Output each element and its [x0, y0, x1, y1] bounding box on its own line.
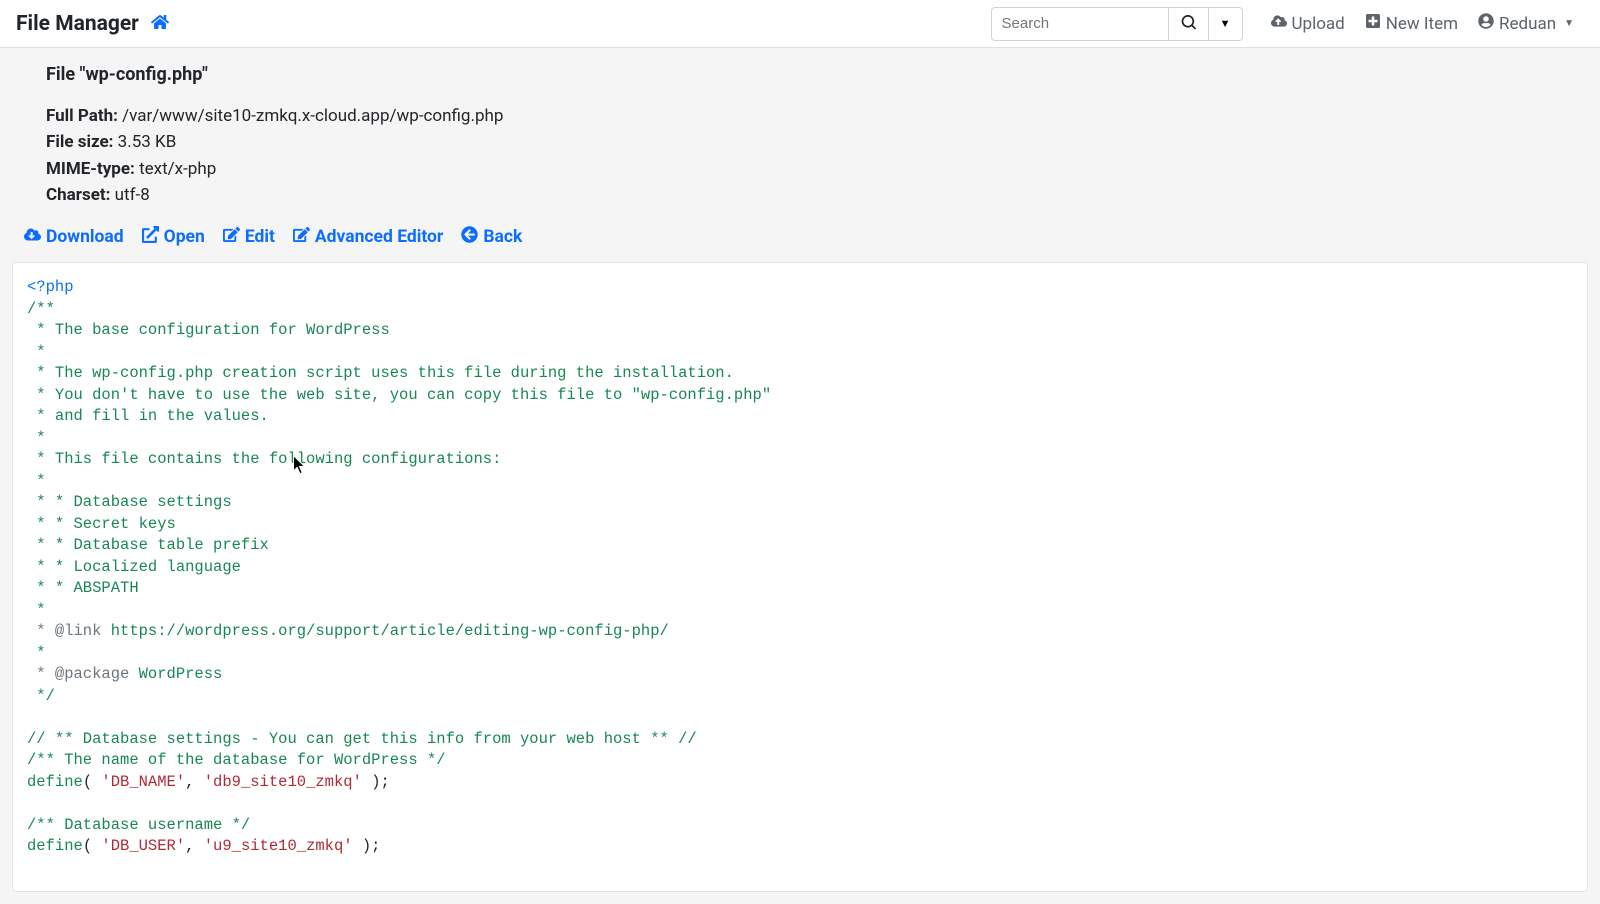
- edit-square-icon: [293, 226, 310, 248]
- code-viewer[interactable]: <?php /** * The base configuration for W…: [12, 262, 1588, 892]
- back-link[interactable]: Back: [461, 226, 522, 248]
- file-info: File "wp-config.php" Full Path: /var/www…: [12, 64, 1588, 208]
- search-group: ▼: [991, 7, 1243, 41]
- edit-icon: [223, 226, 240, 248]
- caret-down-icon: ▼: [1564, 18, 1574, 29]
- cloud-download-icon: [24, 226, 41, 248]
- back-label: Back: [483, 227, 522, 247]
- advanced-label: Advanced Editor: [315, 227, 443, 247]
- navbar: File Manager ▼ Upload New Item: [0, 0, 1600, 48]
- meta-full-path: Full Path: /var/www/site10-zmkq.x-cloud.…: [46, 103, 1554, 129]
- meta-charset: Charset: utf-8: [46, 182, 1554, 208]
- user-circle-icon: [1478, 13, 1494, 34]
- download-label: Download: [46, 227, 124, 247]
- edit-label: Edit: [245, 227, 275, 247]
- chevron-down-icon: ▼: [1220, 18, 1231, 30]
- search-input[interactable]: [991, 7, 1169, 41]
- meta-file-size: File size: 3.53 KB: [46, 129, 1554, 155]
- user-menu[interactable]: Reduan ▼: [1468, 7, 1584, 40]
- download-link[interactable]: Download: [24, 226, 124, 248]
- file-heading: File "wp-config.php": [46, 64, 1554, 85]
- plus-square-icon: [1365, 13, 1381, 34]
- meta-mime: MIME-type: text/x-php: [46, 156, 1554, 182]
- cloud-upload-icon: [1271, 13, 1287, 34]
- new-item-label: New Item: [1386, 14, 1458, 34]
- app-title: File Manager: [16, 12, 139, 36]
- open-link[interactable]: Open: [142, 226, 205, 248]
- action-bar: Download Open Edit Advanced Editor Back: [12, 226, 1588, 248]
- home-icon[interactable]: [151, 13, 169, 34]
- open-label: Open: [164, 227, 205, 247]
- back-circle-icon: [461, 226, 478, 248]
- search-icon: [1181, 15, 1196, 33]
- search-button[interactable]: [1169, 7, 1209, 41]
- user-name: Reduan: [1499, 14, 1556, 34]
- search-dropdown-button[interactable]: ▼: [1209, 7, 1243, 41]
- new-item-link[interactable]: New Item: [1355, 7, 1468, 40]
- content: File "wp-config.php" Full Path: /var/www…: [0, 48, 1600, 904]
- edit-link[interactable]: Edit: [223, 226, 275, 248]
- upload-link[interactable]: Upload: [1261, 7, 1355, 40]
- advanced-editor-link[interactable]: Advanced Editor: [293, 226, 443, 248]
- upload-label: Upload: [1292, 14, 1345, 34]
- external-link-icon: [142, 226, 159, 248]
